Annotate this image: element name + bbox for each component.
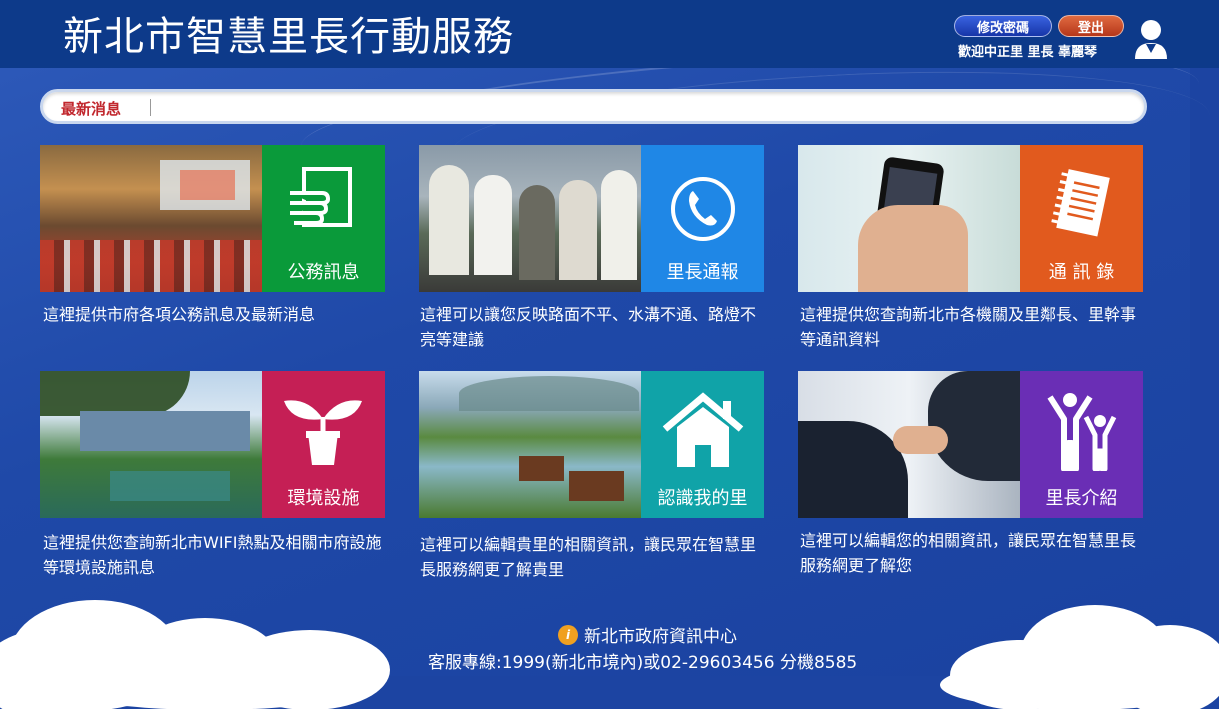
- welcome-text: 歡迎中正里 里長 辜麗琴: [958, 45, 1098, 60]
- photo-handshake: [798, 371, 1020, 518]
- tile-contacts[interactable]: 通 訊 錄: [798, 145, 1143, 292]
- badge-official-news: 公務訊息: [262, 145, 385, 292]
- tile-label: 環境設施: [287, 488, 360, 509]
- footer-org: i 新北市政府資訊中心: [558, 622, 737, 647]
- photo-group-people: [419, 145, 641, 292]
- user-avatar-icon: [1135, 20, 1167, 59]
- tile-official-news[interactable]: 公務訊息: [40, 145, 385, 292]
- badge-environment: 環境設施: [262, 371, 385, 518]
- tile-label: 里長通報: [666, 262, 739, 283]
- ntpc-logo-icon: i: [558, 624, 578, 645]
- photo-park-pond: [419, 371, 641, 518]
- change-password-button[interactable]: 修改密碼: [954, 15, 1052, 37]
- phone-icon: [671, 177, 735, 241]
- badge-my-village: 認識我的里: [641, 371, 764, 518]
- news-ticker[interactable]: 最新消息: [40, 89, 1147, 124]
- news-separator: [150, 99, 151, 116]
- tile-description: 這裡可以編輯貴里的相關資訊，讓民眾在智慧里長服務網更了解貴里: [420, 535, 757, 579]
- badge-chief-intro: 里長介紹: [1020, 371, 1143, 518]
- tile-my-village[interactable]: 認識我的里: [419, 371, 764, 518]
- badge-chief-report: 里長通報: [641, 145, 764, 292]
- tile-label: 認識我的里: [657, 488, 748, 509]
- photo-smartphone: [798, 145, 1020, 292]
- footer-org-name: 新北市政府資訊中心: [584, 627, 737, 647]
- badge-contacts: 通 訊 錄: [1020, 145, 1143, 292]
- tile-description: 這裡可以編輯您的相關資訊，讓民眾在智慧里長服務網更了解您: [800, 531, 1137, 575]
- tile-chief-report[interactable]: 里長通報: [419, 145, 764, 292]
- tile-label: 里長介紹: [1045, 488, 1118, 509]
- photo-control-room: [40, 145, 262, 292]
- photo-building-garden: [40, 371, 262, 518]
- handshake-doc-icon: [290, 167, 352, 227]
- tile-label: 通 訊 錄: [1048, 262, 1115, 283]
- people-icon: [1047, 393, 1117, 471]
- house-icon: [662, 392, 744, 467]
- plant-icon: [284, 400, 362, 465]
- notepad-icon: [1051, 169, 1110, 237]
- header-bar: 新北市智慧里長行動服務 修改密碼 登出 歡迎中正里 里長 辜麗琴: [0, 0, 1219, 68]
- tile-description: 這裡提供您查詢新北市各機關及里鄰長、里幹事等通訊資料: [800, 305, 1137, 349]
- tile-label: 公務訊息: [287, 262, 360, 283]
- logout-button[interactable]: 登出: [1058, 15, 1124, 37]
- news-label: 最新消息: [61, 100, 122, 118]
- footer-hotline: 客服專線:1999(新北市境內)或02-29603456 分機8585: [428, 653, 858, 673]
- tile-description: 這裡提供市府各項公務訊息及最新消息: [43, 305, 316, 324]
- app-title: 新北市智慧里長行動服務: [63, 14, 514, 60]
- tile-chief-intro[interactable]: 里長介紹: [798, 371, 1143, 518]
- tile-environment[interactable]: 環境設施: [40, 371, 385, 518]
- tile-description: 這裡可以讓您反映路面不平、水溝不通、路燈不亮等建議: [420, 305, 757, 349]
- tile-description: 這裡提供您查詢新北市WIFI熱點及相關市府設施等環境設施訊息: [43, 533, 382, 577]
